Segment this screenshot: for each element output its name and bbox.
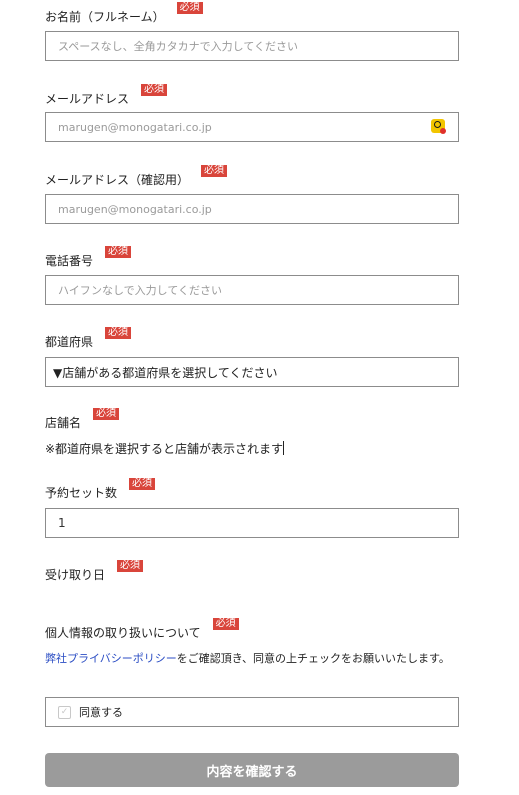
privacy-label: 個人情報の取り扱いについて 必須 (45, 618, 239, 641)
privacy-label-text: 個人情報の取り扱いについて (45, 626, 201, 640)
email-input[interactable] (45, 112, 459, 142)
phone-label: 電話番号 必須 (45, 246, 132, 269)
email-confirm-label-text: メールアドレス（確認用） (45, 173, 190, 187)
required-badge: 必須 (212, 618, 239, 630)
email-field-wrapper (45, 112, 459, 142)
required-badge: 必須 (93, 408, 120, 420)
name-input[interactable] (45, 31, 459, 61)
pickup-date-label: 受け取り日 必須 (45, 560, 144, 583)
store-label: 店舗名 必須 (45, 408, 120, 431)
required-badge: 必須 (117, 560, 144, 572)
prefecture-label: 都道府県 必須 (45, 327, 132, 350)
agree-checkbox-row[interactable]: ✓ 同意する (45, 697, 459, 727)
pickup-date-label-text: 受け取り日 (45, 568, 106, 582)
store-note: ※都道府県を選択すると店舗が表示されます (45, 441, 285, 457)
required-badge: 必須 (176, 2, 203, 14)
privacy-instruction: をご確認頂き、同意の上チェックをお願いいたします。 (176, 652, 450, 665)
required-badge: 必須 (105, 327, 132, 339)
agree-label: 同意する (79, 706, 123, 719)
confirm-button[interactable]: 内容を確認する (45, 753, 459, 787)
email-confirm-label: メールアドレス（確認用） 必須 (45, 165, 228, 188)
store-note-text: ※都道府県を選択すると店舗が表示されます (45, 442, 284, 456)
phone-label-text: 電話番号 (45, 254, 94, 268)
store-label-text: 店舗名 (45, 416, 82, 430)
prefecture-select[interactable]: ▼店舗がある都道府県を選択してください (45, 357, 459, 387)
required-badge: 必須 (105, 246, 132, 258)
name-label: お名前（フルネーム） 必須 (45, 2, 203, 25)
email-label: メールアドレス 必須 (45, 84, 168, 107)
required-badge: 必須 (141, 84, 168, 96)
prefecture-select-value: ▼店舗がある都道府県を選択してください (53, 365, 278, 380)
email-label-text: メールアドレス (45, 92, 130, 106)
required-badge: 必須 (201, 165, 228, 177)
password-manager-icon[interactable] (431, 119, 446, 134)
required-badge: 必須 (129, 478, 156, 490)
set-count-label: 予約セット数 必須 (45, 478, 156, 501)
privacy-policy-link[interactable]: 弊社プライバシーポリシー (45, 652, 177, 665)
checkbox-icon[interactable]: ✓ (58, 705, 71, 719)
phone-input[interactable] (45, 275, 459, 305)
set-count-input[interactable] (45, 508, 459, 538)
prefecture-label-text: 都道府県 (45, 335, 94, 349)
name-label-text: お名前（フルネーム） (45, 10, 165, 24)
text-cursor (283, 441, 285, 455)
privacy-text: 弊社プライバシーポリシーをご確認頂き、同意の上チェックをお願いいたします。 (45, 650, 455, 668)
email-confirm-input[interactable] (45, 194, 459, 224)
set-count-label-text: 予約セット数 (45, 486, 118, 500)
